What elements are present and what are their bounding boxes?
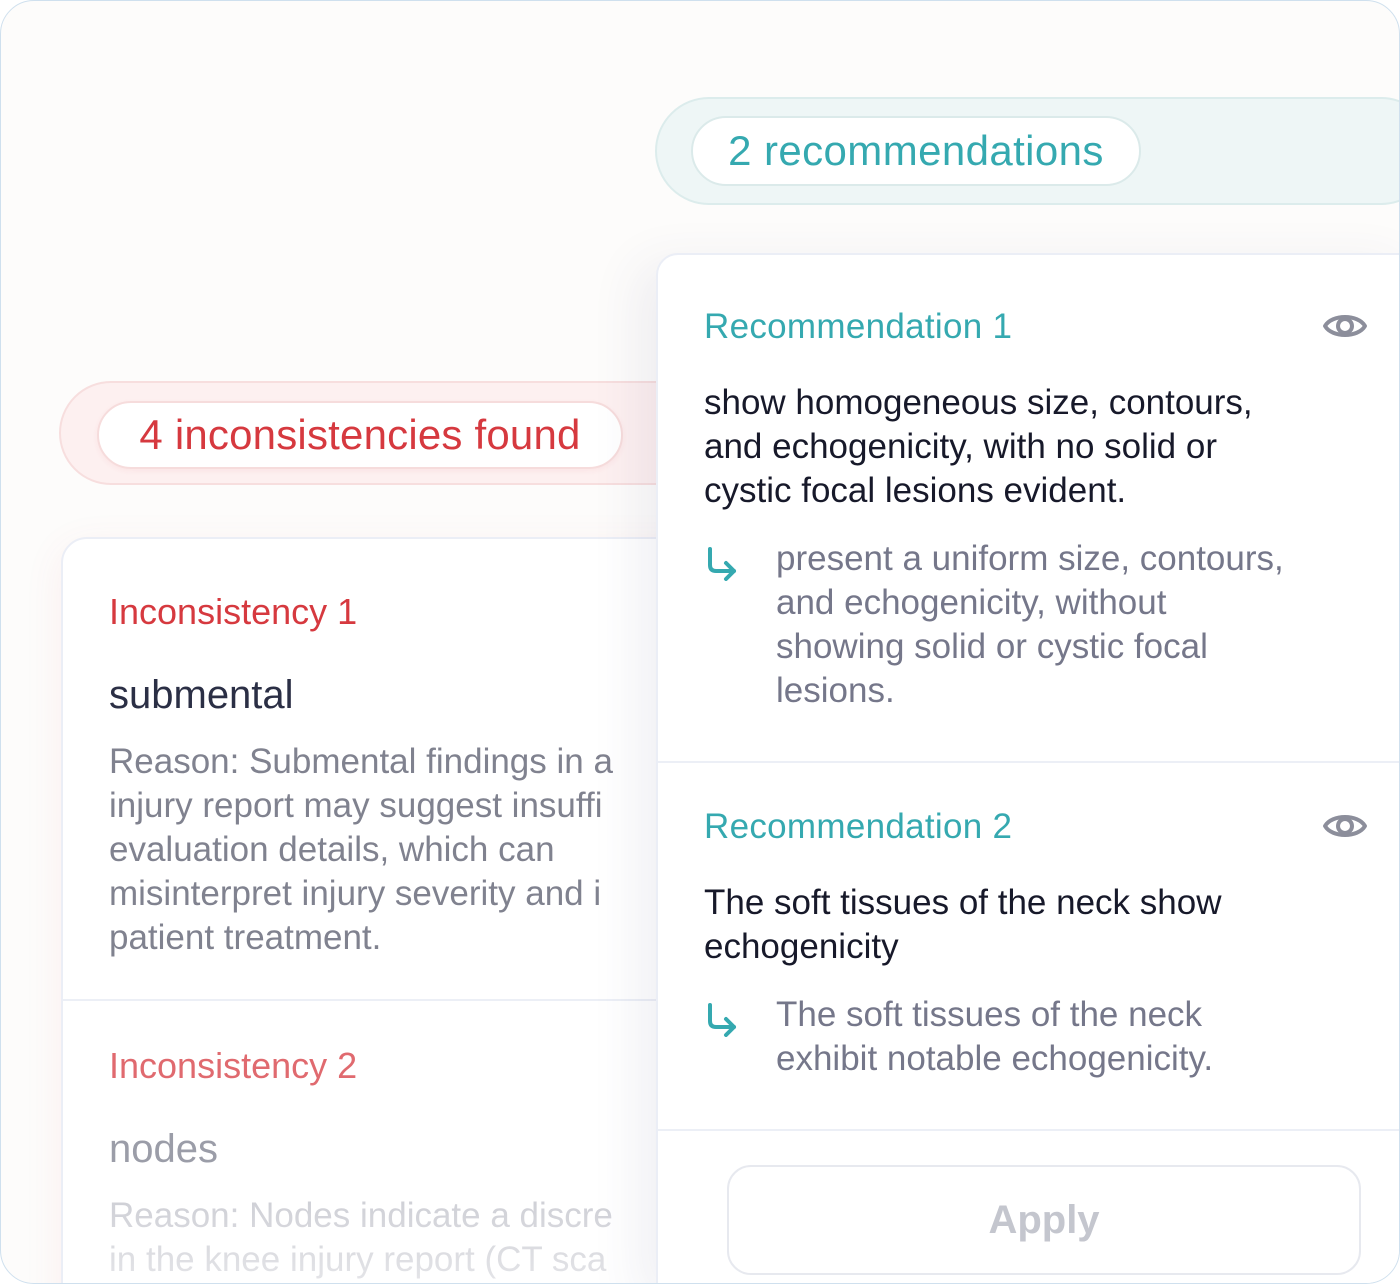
original-line: echogenicity — [704, 927, 899, 966]
inconsistencies-count-badge[interactable]: 4 inconsistencies found — [97, 401, 623, 469]
reason-line: in the knee injury report (CT sca — [109, 1240, 607, 1279]
reason-line: evaluation details, which can — [109, 830, 555, 869]
recommendation-divider — [658, 761, 1399, 763]
reason-line: Reason: Submental findings in a — [109, 742, 613, 781]
apply-button[interactable]: Apply — [727, 1165, 1361, 1275]
inconsistency-title: Inconsistency 1 — [109, 591, 358, 632]
recommendations-count-badge[interactable]: 2 recommendations — [691, 116, 1141, 186]
suggestion-line: The soft tissues of the neck — [776, 995, 1203, 1034]
recommendation-title: Recommendation 1 — [704, 307, 1013, 346]
inconsistency-term: nodes — [109, 1127, 218, 1171]
suggestion-line: showing solid or cystic focal — [776, 627, 1208, 666]
inconsistency-item[interactable]: Inconsistency 2 nodes Reason: Nodes indi… — [109, 1045, 709, 1282]
suggestion-line: and echogenicity, without — [776, 583, 1167, 622]
reason-line: Reason: Nodes indicate a discre — [109, 1196, 613, 1235]
arrow-turn-right-icon — [704, 1001, 740, 1037]
suggested-text[interactable]: present a uniform size, contours, and ec… — [704, 537, 1344, 713]
inconsistency-reason: Reason: Submental findings in a injury r… — [109, 740, 709, 960]
eye-icon[interactable] — [1322, 303, 1368, 349]
suggested-text[interactable]: The soft tissues of the neck exhibit not… — [704, 993, 1344, 1081]
original-text: show homogeneous size, contours, and ech… — [704, 381, 1344, 513]
reason-line: misinterpret injury severity and i — [109, 874, 602, 913]
recommendation-title: Recommendation 2 — [704, 807, 1013, 846]
original-line: and echogenicity, with no solid or — [704, 427, 1217, 466]
suggestion-line: exhibit notable echogenicity. — [776, 1039, 1214, 1078]
reason-line: patient treatment. — [109, 918, 382, 957]
original-text: The soft tissues of the neck show echoge… — [704, 881, 1344, 969]
recommendation-item: Recommendation 1 show homogeneous size, … — [704, 307, 1367, 713]
original-line: cystic focal lesions evident. — [704, 471, 1127, 510]
eye-icon[interactable] — [1322, 803, 1368, 849]
inconsistency-reason: Reason: Nodes indicate a discre in the k… — [109, 1194, 709, 1282]
inconsistency-title: Inconsistency 2 — [109, 1045, 358, 1086]
inconsistency-term: submental — [109, 673, 294, 717]
recommendations-panel: Recommendation 1 show homogeneous size, … — [656, 253, 1399, 1283]
app-frame: 4 inconsistencies found Inconsistency 1 … — [0, 0, 1400, 1284]
suggestion-line: lesions. — [776, 671, 895, 710]
reason-line: injury report may suggest insuffi — [109, 786, 603, 825]
inconsistency-item[interactable]: Inconsistency 1 submental Reason: Submen… — [109, 591, 709, 960]
suggestion-line: present a uniform size, contours, — [776, 539, 1284, 578]
recommendation-divider — [658, 1129, 1399, 1131]
original-line: show homogeneous size, contours, — [704, 383, 1253, 422]
recommendation-item: Recommendation 2 The soft tissues of the… — [704, 807, 1367, 1081]
original-line: The soft tissues of the neck show — [704, 883, 1222, 922]
arrow-turn-right-icon — [704, 545, 740, 581]
